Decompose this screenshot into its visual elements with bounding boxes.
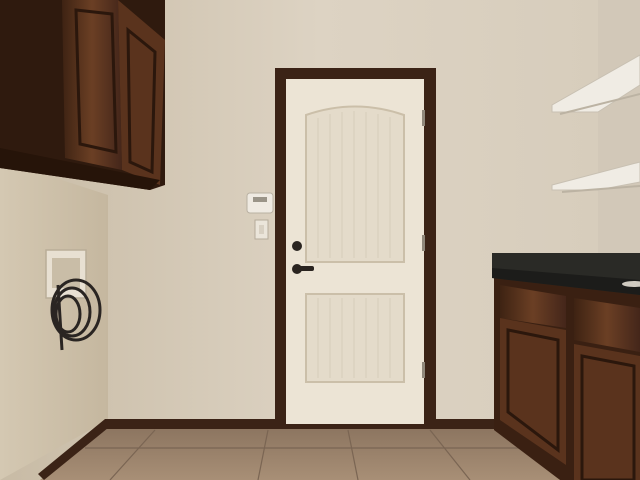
door-upper-panel (305, 105, 405, 263)
deadbolt-lock (292, 241, 302, 251)
upper-cabinet (0, 0, 165, 190)
laundry-room-illustration (0, 0, 640, 480)
laundry-room-photo (0, 0, 640, 480)
light-switch (254, 219, 269, 240)
thermostat (246, 192, 274, 214)
right-wall-recess (598, 0, 640, 255)
door-lower-panel (305, 293, 405, 383)
tile-floor (40, 428, 560, 480)
